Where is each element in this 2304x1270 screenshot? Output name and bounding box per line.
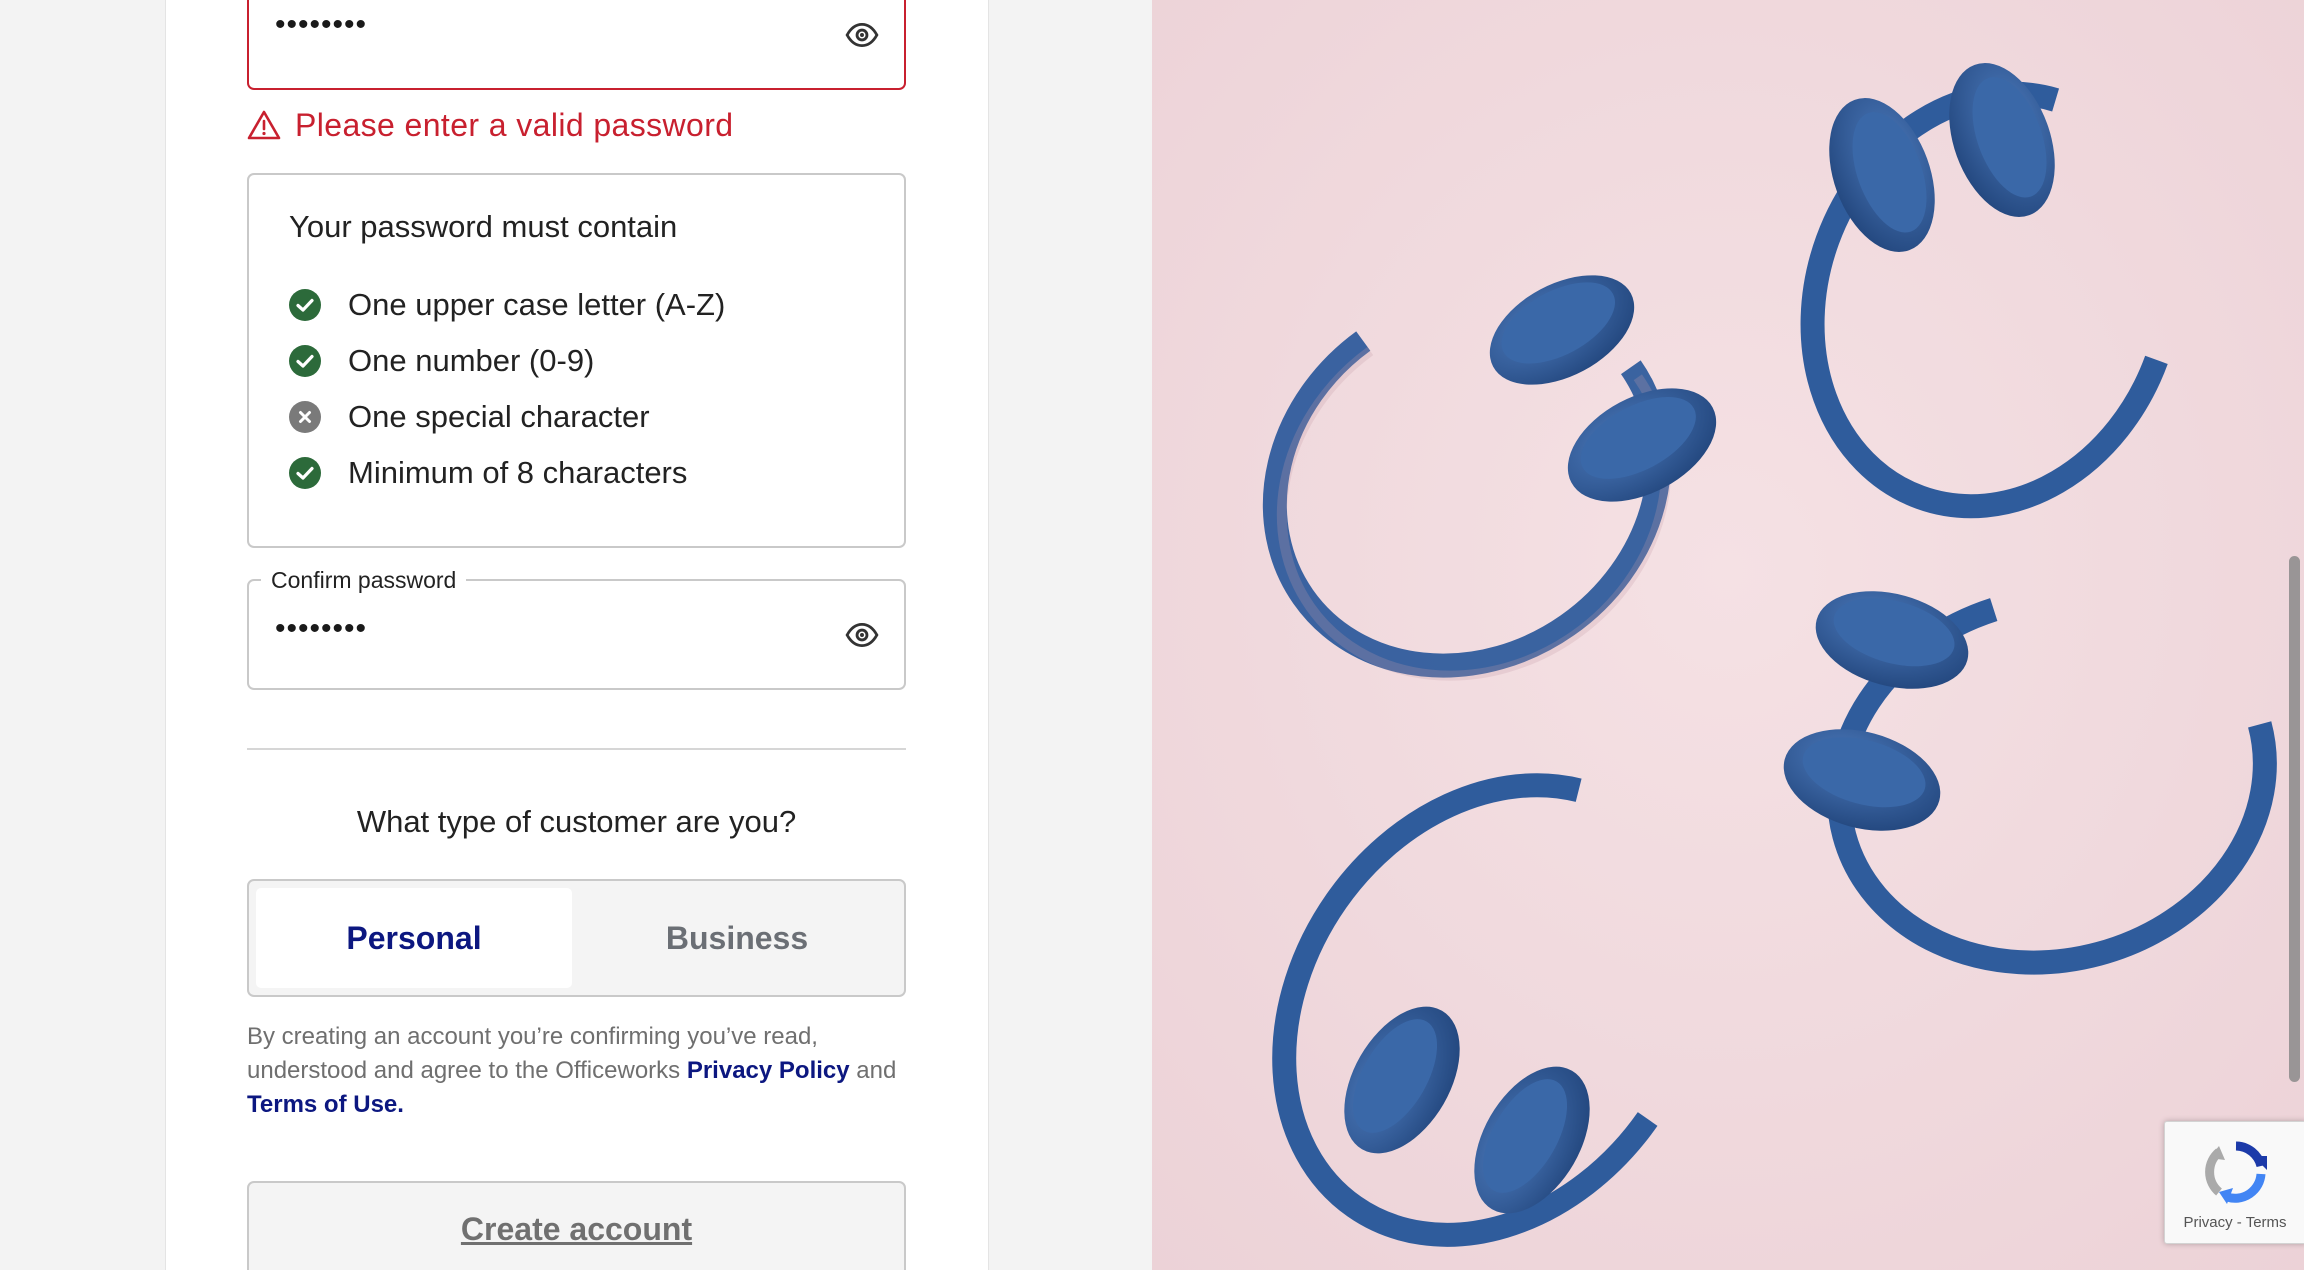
show-password-eye-icon[interactable] [845,18,879,52]
x-circle-icon [289,401,321,433]
requirement-length: Minimum of 8 characters [289,455,687,491]
terms-notice: By creating an account you’re confirming… [247,1020,927,1122]
requirement-label: Minimum of 8 characters [348,455,688,490]
requirements-title: Your password must contain [289,209,678,244]
headphones-hero-image [1152,0,2304,1270]
password-field[interactable]: •••••••• [247,0,906,90]
confirm-password-field[interactable]: Confirm password •••••••• [247,567,906,690]
recaptcha-terms-link[interactable]: Terms [2246,1214,2287,1231]
signup-form-card: •••••••• Please enter a valid password Y… [165,0,989,1270]
section-divider [247,748,906,750]
check-circle-icon [289,457,321,489]
requirement-label: One special character [348,399,650,434]
password-error: Please enter a valid password [247,105,734,145]
requirement-label: One upper case letter (A-Z) [348,287,726,322]
password-requirements: Your password must contain One upper cas… [247,173,906,548]
customer-type-toggle: Personal Business [247,879,906,997]
show-confirm-password-eye-icon[interactable] [845,618,879,652]
confirm-password-value: •••••••• [275,612,368,645]
confirm-password-label: Confirm password [261,567,467,594]
page-scrollbar[interactable] [2289,556,2300,1082]
requirement-label: One number (0-9) [348,343,595,378]
business-option[interactable]: Business [579,888,895,988]
headphones-illustration [1152,0,2304,1270]
terms-middle: and [849,1057,897,1084]
privacy-policy-link[interactable]: Privacy Policy [687,1057,850,1084]
personal-option[interactable]: Personal [256,888,572,988]
recaptcha-links: Privacy - Terms [2165,1214,2304,1231]
signup-page: •••••••• Please enter a valid password Y… [0,0,2304,1270]
customer-type-question: What type of customer are you? [356,804,797,839]
requirement-uppercase: One upper case letter (A-Z) [289,287,725,323]
check-circle-icon [289,345,321,377]
check-circle-icon [289,289,321,321]
terms-of-use-link[interactable]: Terms of Use. [247,1091,404,1118]
warning-icon [247,110,281,140]
recaptcha-separator: - [2232,1214,2246,1231]
recaptcha-logo-icon [2205,1141,2267,1204]
recaptcha-privacy-link[interactable]: Privacy [2183,1214,2232,1231]
recaptcha-badge[interactable]: Privacy - Terms [2164,1121,2304,1244]
create-account-button[interactable]: Create account [247,1181,906,1270]
requirement-number: One number (0-9) [289,343,594,379]
create-account-label: Create account [460,1210,693,1247]
password-error-text: Please enter a valid password [295,106,734,143]
password-value: •••••••• [275,8,368,41]
requirement-special: One special character [289,399,650,435]
